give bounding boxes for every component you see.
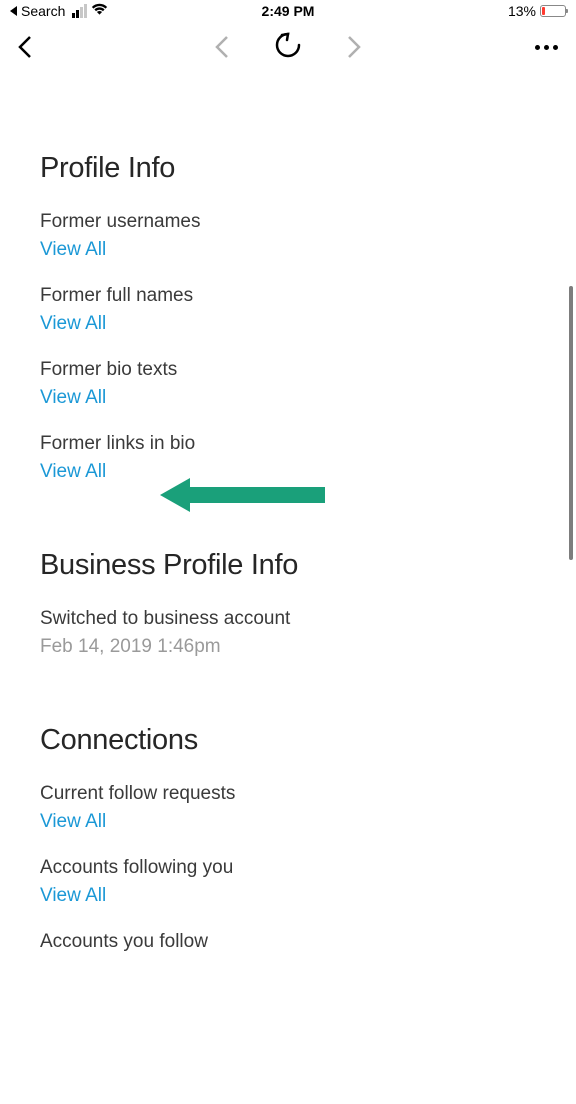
- battery-icon: [540, 5, 566, 17]
- item-label: Switched to business account: [40, 608, 536, 630]
- back-to-app-icon[interactable]: [10, 6, 17, 16]
- reload-button[interactable]: [273, 30, 303, 65]
- business-profile-section: Business Profile Info Switched to busine…: [40, 549, 536, 658]
- item-accounts-you-follow: Accounts you follow: [40, 931, 536, 953]
- item-label: Accounts following you: [40, 857, 536, 879]
- cellular-signal-icon: [72, 4, 87, 18]
- scroll-indicator[interactable]: [569, 286, 573, 560]
- view-all-link[interactable]: View All: [40, 811, 536, 833]
- battery-percent: 13%: [508, 3, 536, 19]
- content-area: Profile Info Former usernames View All F…: [0, 152, 576, 1104]
- section-title-connections: Connections: [40, 724, 536, 757]
- wifi-icon: [91, 3, 108, 19]
- arrow-left-icon: [160, 478, 190, 512]
- view-all-link[interactable]: View All: [40, 239, 536, 261]
- item-current-follow-requests: Current follow requests View All: [40, 783, 536, 833]
- back-button[interactable]: [18, 35, 32, 59]
- item-former-full-names: Former full names View All: [40, 285, 536, 335]
- item-label: Current follow requests: [40, 783, 536, 805]
- status-time: 2:49 PM: [262, 3, 315, 19]
- item-label: Former full names: [40, 285, 536, 307]
- view-all-link[interactable]: View All: [40, 885, 536, 907]
- more-options-button[interactable]: [535, 45, 558, 50]
- arrow-shaft: [190, 487, 325, 503]
- item-accounts-following-you: Accounts following you View All: [40, 857, 536, 907]
- status-bar: Search 2:49 PM 13%: [0, 0, 576, 22]
- status-left: Search: [10, 3, 108, 19]
- view-all-link[interactable]: View All: [40, 387, 536, 409]
- item-former-usernames: Former usernames View All: [40, 211, 536, 261]
- profile-info-section: Profile Info Former usernames View All F…: [40, 152, 536, 483]
- browser-back-button[interactable]: [215, 35, 229, 59]
- item-switched-business: Switched to business account Feb 14, 201…: [40, 608, 536, 658]
- item-label: Accounts you follow: [40, 931, 536, 953]
- item-label: Former links in bio: [40, 433, 536, 455]
- browser-forward-button[interactable]: [347, 35, 361, 59]
- status-right: 13%: [508, 3, 566, 19]
- section-title-business: Business Profile Info: [40, 549, 536, 582]
- item-label: Former usernames: [40, 211, 536, 233]
- connections-section: Connections Current follow requests View…: [40, 724, 536, 953]
- item-label: Former bio texts: [40, 359, 536, 381]
- view-all-link[interactable]: View All: [40, 313, 536, 335]
- item-former-bio-texts: Former bio texts View All: [40, 359, 536, 409]
- back-to-app-label[interactable]: Search: [21, 3, 65, 19]
- section-title-profile: Profile Info: [40, 152, 536, 185]
- annotation-arrow: [160, 478, 325, 512]
- item-former-links-in-bio: Former links in bio View All: [40, 433, 536, 483]
- nav-bar: [0, 22, 576, 72]
- item-timestamp: Feb 14, 2019 1:46pm: [40, 636, 536, 658]
